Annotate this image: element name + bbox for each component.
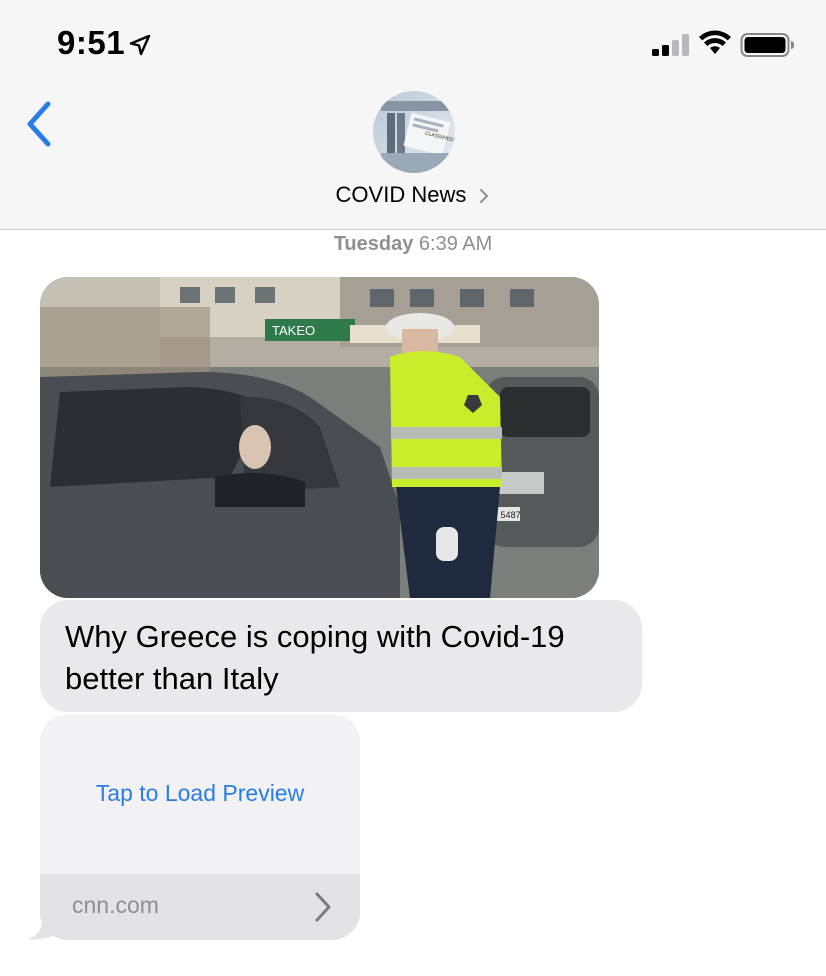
svg-text:TAKEO: TAKEO [272,323,315,338]
battery-icon [740,33,794,57]
link-domain-row[interactable]: cnn.com [40,874,360,940]
timestamp-time: 6:39 AM [418,233,493,255]
tap-to-load-preview[interactable]: Tap to Load Preview [40,780,360,807]
link-preview-card[interactable]: Tap to Load Preview cnn.com [40,714,360,940]
chevron-right-icon [315,892,331,922]
chevron-left-icon[interactable] [22,100,56,148]
contact-avatar[interactable]: CLASSIFIED [373,91,455,173]
contact-name-label: COVID News [335,182,467,207]
chevron-right-icon [480,189,489,204]
link-preview-image[interactable]: TAKEO ΙΟΥ 5487 [40,277,599,598]
timestamp-day: Tuesday [333,233,414,255]
message-timestamp: Tuesday 6:39 AM [0,233,826,256]
link-title-bubble[interactable]: Why Greece is coping with Covid-19 bette… [40,600,642,712]
conversation-header: 9:51 CLASSIFIED COVID News [0,0,826,230]
link-domain: cnn.com [72,892,159,918]
status-time: 9:51 [57,24,126,61]
location-arrow-icon [129,34,151,56]
cellular-signal-icon [652,34,689,56]
wifi-icon [699,30,731,54]
link-title: Why Greece is coping with Covid-19 bette… [65,619,565,696]
bubble-tail [28,905,62,940]
contact-name[interactable]: COVID News [0,182,826,208]
